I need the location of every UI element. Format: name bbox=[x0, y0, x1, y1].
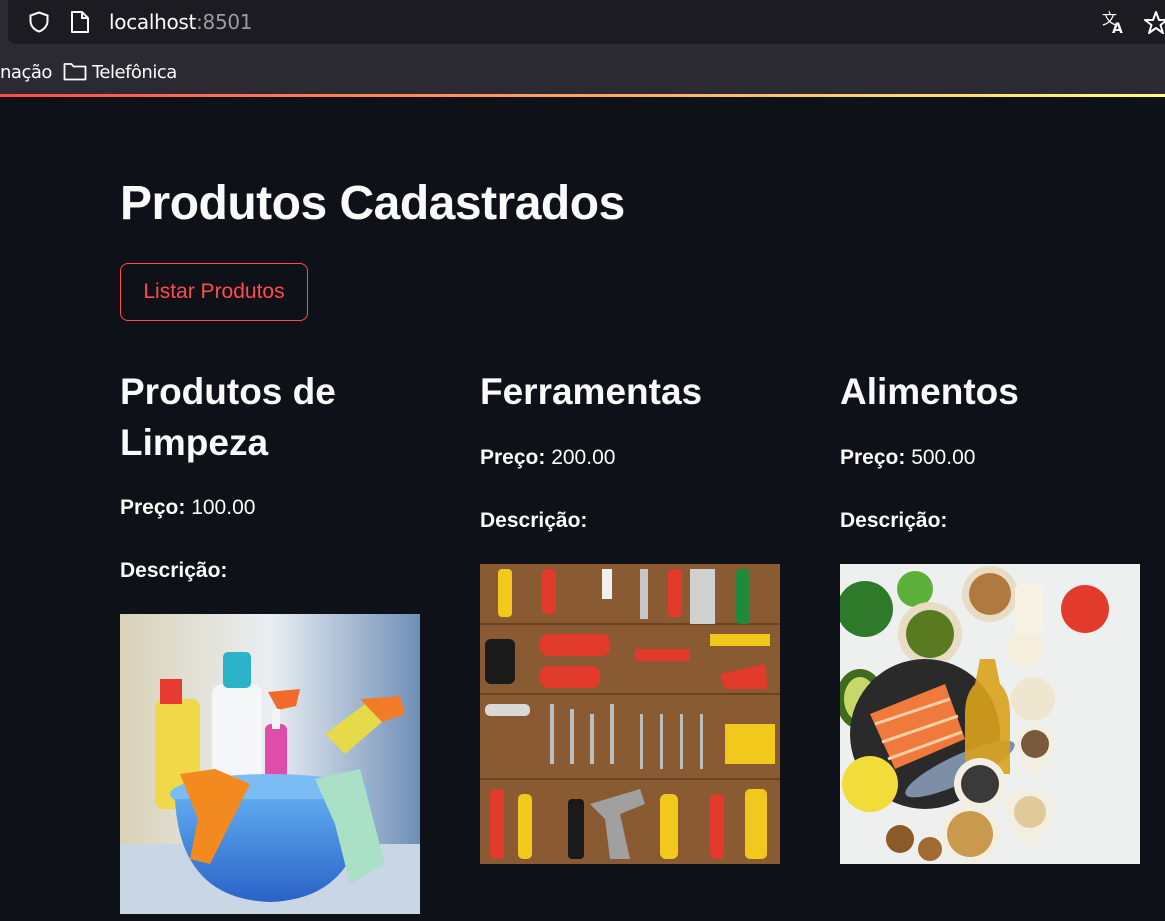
product-image bbox=[480, 564, 780, 864]
translate-icon[interactable]: 文 A bbox=[1101, 9, 1127, 35]
product-card: Alimentos Preço: 500.00 Descrição: bbox=[840, 366, 1140, 866]
shield-icon[interactable] bbox=[28, 11, 50, 33]
product-card: Ferramentas Preço: 200.00 Descrição: bbox=[480, 366, 780, 866]
app-header-decoration bbox=[0, 94, 1165, 97]
list-products-button[interactable]: Listar Produtos bbox=[120, 263, 308, 321]
page-icon bbox=[71, 11, 89, 33]
bookmarks-bar: nação Telefônica bbox=[0, 46, 1165, 94]
product-price: Preço: 100.00 bbox=[120, 496, 256, 519]
browser-toolbar: localhost:8501 文 A bbox=[0, 0, 1165, 46]
svg-text:A: A bbox=[1112, 21, 1123, 35]
product-card: Produtos de Limpeza Preço: 100.00 Descri… bbox=[120, 366, 420, 921]
product-image bbox=[840, 564, 1140, 864]
product-description: Descrição: bbox=[840, 509, 948, 532]
folder-icon bbox=[63, 63, 87, 81]
product-description: Descrição: bbox=[480, 509, 588, 532]
page-title: Produtos Cadastrados bbox=[120, 177, 625, 230]
product-description: Descrição: bbox=[120, 559, 228, 582]
product-name: Produtos de Limpeza bbox=[120, 371, 336, 463]
product-name: Alimentos bbox=[840, 371, 1019, 412]
bookmark-item[interactable]: nação bbox=[0, 62, 52, 83]
product-price: Preço: 200.00 bbox=[480, 446, 616, 469]
product-name: Ferramentas bbox=[480, 371, 703, 412]
product-price: Preço: 500.00 bbox=[840, 446, 976, 469]
url-text[interactable]: localhost:8501 bbox=[109, 10, 253, 34]
bookmark-folder-telefonica[interactable]: Telefônica bbox=[92, 62, 177, 83]
product-image bbox=[120, 614, 420, 914]
bookmark-star-icon[interactable] bbox=[1143, 10, 1165, 36]
address-bar[interactable]: localhost:8501 bbox=[8, 0, 1165, 44]
